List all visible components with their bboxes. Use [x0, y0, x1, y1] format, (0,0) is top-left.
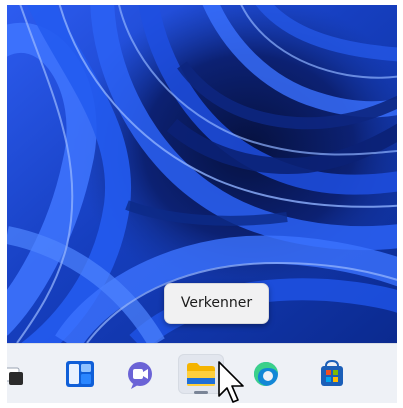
task-view-button[interactable]: [7, 354, 33, 394]
widgets-button[interactable]: [57, 354, 103, 394]
store-button[interactable]: [309, 354, 355, 394]
screenshot-frame: Verkenner: [7, 5, 397, 403]
task-view-icon: [7, 367, 23, 385]
edge-icon: [253, 362, 278, 387]
widgets-icon: [66, 361, 94, 387]
active-app-indicator: [194, 391, 208, 394]
edge-button[interactable]: [243, 354, 289, 394]
taskbar-tooltip: Verkenner: [164, 283, 269, 324]
chat-button[interactable]: [117, 354, 163, 394]
teams-chat-icon: [128, 362, 152, 389]
taskbar: [7, 343, 397, 403]
store-icon: [321, 359, 343, 386]
mouse-pointer-icon: [218, 361, 244, 403]
